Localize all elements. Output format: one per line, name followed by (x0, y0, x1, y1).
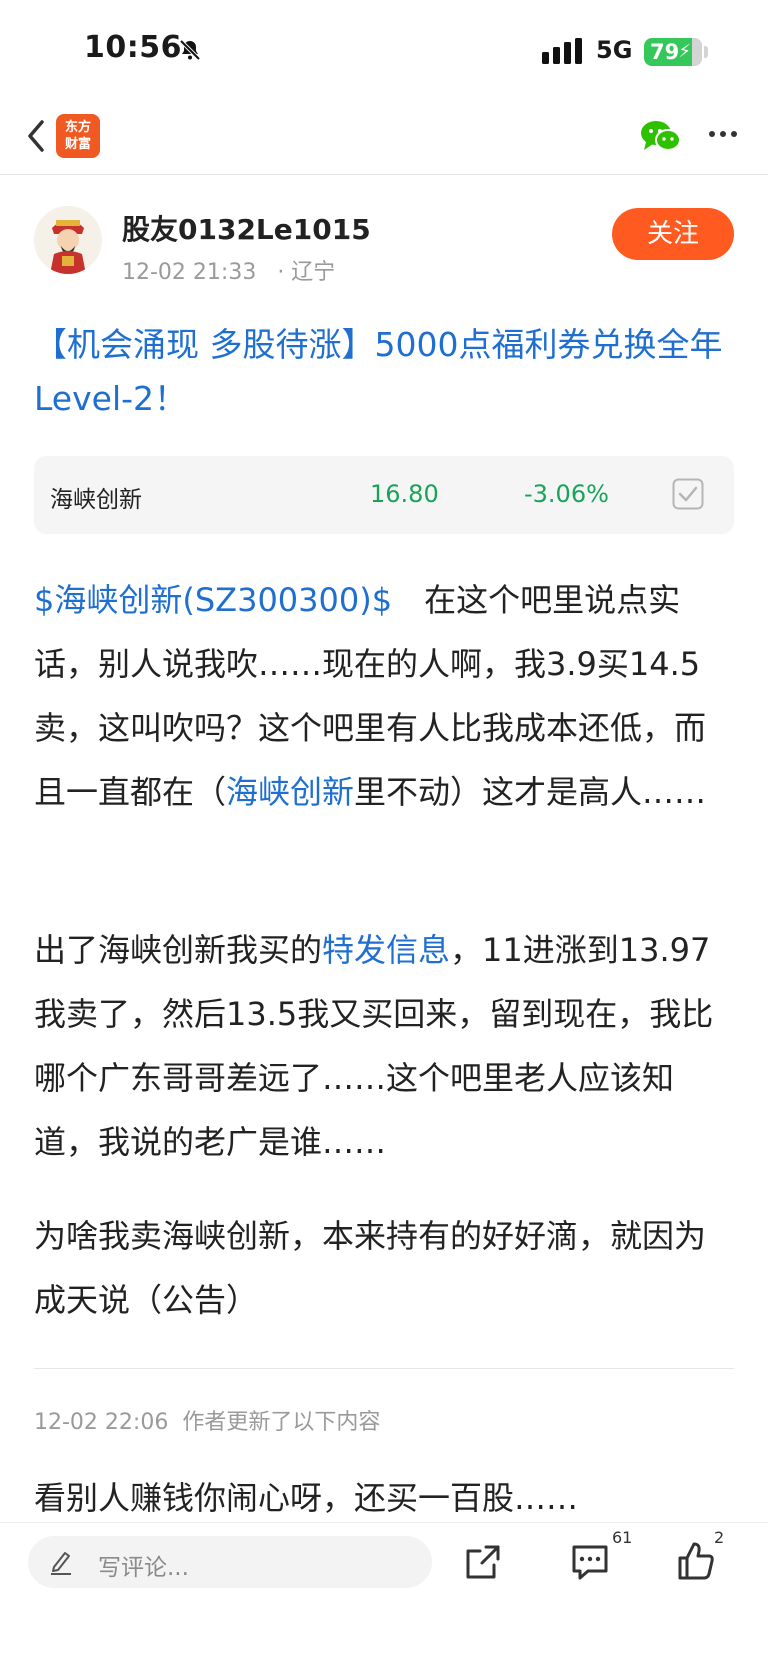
network-label: 5G (596, 36, 633, 64)
author-name[interactable]: 股友0132Le1015 (122, 208, 371, 248)
post-title: 【机会涌现 多股待涨】5000点福利券兑换全年Level-2！ (34, 325, 723, 418)
post-paragraph-1: $海峡创新(SZ300300)$ 在这个吧里说点实话，别人说我吹……现在的人啊，… (34, 581, 707, 811)
comment-icon[interactable] (570, 1543, 610, 1581)
post-datetime: 12-02 21:33 (122, 260, 257, 285)
comment-input[interactable] (28, 1536, 432, 1588)
battery-tip (704, 46, 708, 58)
app-logo[interactable]: 东方 财富 (56, 114, 100, 158)
stock-mention-link[interactable]: 海峡创新 (226, 773, 354, 811)
wechat-share-icon[interactable] (640, 118, 682, 154)
stock-name: 海峡创新 (50, 487, 142, 513)
post-paragraph-4: 看别人赚钱你闹心呀，还买一百股…… (34, 1479, 579, 1517)
bell-muted-icon (179, 39, 201, 61)
update-note: 12-02 22:06 作者更新了以下内容 (34, 1410, 381, 1435)
post-paragraph-3: 为啥我卖海峡创新，本来持有的好好滴，就因为成天说（公告） (34, 1217, 707, 1319)
signal-icon (542, 38, 582, 64)
stock-card[interactable]: 海峡创新 16.80 -3.06% (34, 456, 734, 534)
battery-icon: 79 ⚡ (644, 38, 702, 66)
pen-icon (51, 1552, 71, 1575)
post-paragraph-2: 出了海峡创新我买的特发信息，11进涨到13.97我卖了，然后13.5我又买回来，… (34, 931, 714, 1161)
share-icon[interactable] (464, 1543, 502, 1581)
comment-placeholder[interactable]: 写评论... (98, 1548, 189, 1582)
avatar[interactable] (34, 206, 102, 274)
stock-change: -3.06% (524, 480, 609, 508)
like-count: 2 (714, 1528, 725, 1547)
comment-count: 61 (612, 1528, 633, 1547)
post-location: · 辽宁 (277, 260, 336, 285)
stock-price: 16.80 (370, 480, 439, 508)
back-arrow-icon[interactable] (24, 116, 48, 156)
update-divider (34, 1368, 734, 1369)
watchlist-checkbox-icon[interactable] (672, 478, 704, 510)
follow-button[interactable]: 关注 (612, 208, 734, 260)
status-time: 10:56 (84, 30, 182, 65)
post-meta: 12-02 21:33 · 辽宁 (122, 254, 335, 286)
thumbs-up-icon[interactable] (676, 1540, 716, 1582)
stock-tag-link[interactable]: $海峡创新(SZ300300)$ (34, 581, 392, 619)
avatar-image (34, 206, 102, 274)
charging-icon: ⚡ (678, 41, 691, 62)
stock-mention-link[interactable]: 特发信息 (322, 931, 450, 969)
nav-divider (0, 174, 768, 175)
more-options-icon[interactable] (708, 128, 738, 140)
